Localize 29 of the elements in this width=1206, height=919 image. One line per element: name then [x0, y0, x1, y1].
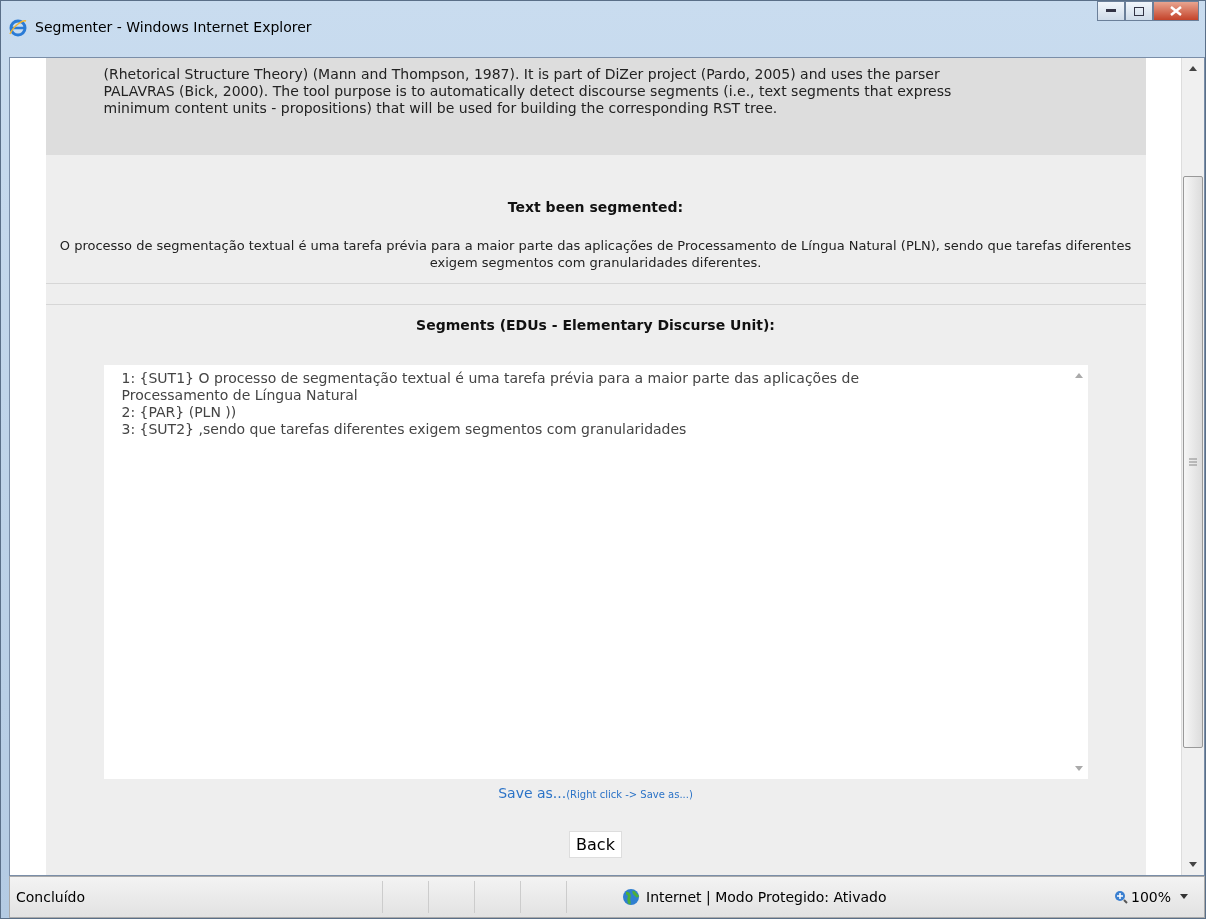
segment-line: 1: {SUT1} O processo de segmentação textual é uma tarefa prévia para a maior parte das aplicações de: [121, 370, 859, 387]
intro-text: (Rhetorical Structure Theory) (Mann and Thompson, 1987). It is part of DiZer project (Pardo, 2005) and uses the parser: [103, 66, 941, 83]
save-as-link[interactable]: Save as...: [498, 785, 567, 801]
scroll-down-icon[interactable]: [1189, 862, 1197, 867]
browser-logo-icon: [9, 19, 27, 37]
save-hint: (Right click -> Save as...): [566, 789, 693, 800]
back-button[interactable]: Back: [569, 831, 622, 858]
security-zone-text: Internet | Modo Protegido: Ativado: [646, 889, 887, 905]
minimize-icon: [1106, 9, 1116, 13]
globe-icon: [622, 888, 640, 906]
zoom-control[interactable]: 100%: [1099, 889, 1204, 905]
window-title: Segmenter - Windows Internet Explorer: [35, 19, 312, 35]
close-button[interactable]: [1153, 1, 1199, 21]
intro-text: minimum content units - propositions) that will be used for building the corresponding RST tree.: [103, 100, 779, 117]
maximize-icon: [1134, 6, 1144, 16]
source-text: O processo de segmentação textual é uma tarefa prévia para a maior parte das aplicações de Processamento de Língua Natural (PLN), sendo que tarefas diferentes exigem segmentos com granularidades diferentes.: [58, 237, 1133, 271]
zoom-icon: [1113, 890, 1128, 904]
scrollbar-thumb[interactable]: [1183, 176, 1203, 748]
segment-line: 2: {PAR} (PLN )): [121, 404, 237, 421]
close-icon: [1170, 6, 1182, 16]
section-heading: Segments (EDUs - Elementary Discurse Unit):: [416, 317, 775, 333]
section-heading: Text been segmented:: [507, 199, 684, 215]
segment-line: Processamento de Língua Natural: [121, 387, 358, 404]
intro-text: PALAVRAS (Bick, 2000). The tool purpose is to automatically detect discourse segments (i.e., text segments that express: [103, 83, 953, 100]
segment-line: 3: {SUT2} ,sendo que tarefas diferentes exigem segmentos com granularidades: [121, 421, 687, 438]
maximize-button[interactable]: [1125, 1, 1153, 21]
minimize-button[interactable]: [1097, 1, 1125, 21]
status-text: Concluído: [15, 889, 86, 905]
scroll-up-icon[interactable]: [1189, 66, 1197, 71]
